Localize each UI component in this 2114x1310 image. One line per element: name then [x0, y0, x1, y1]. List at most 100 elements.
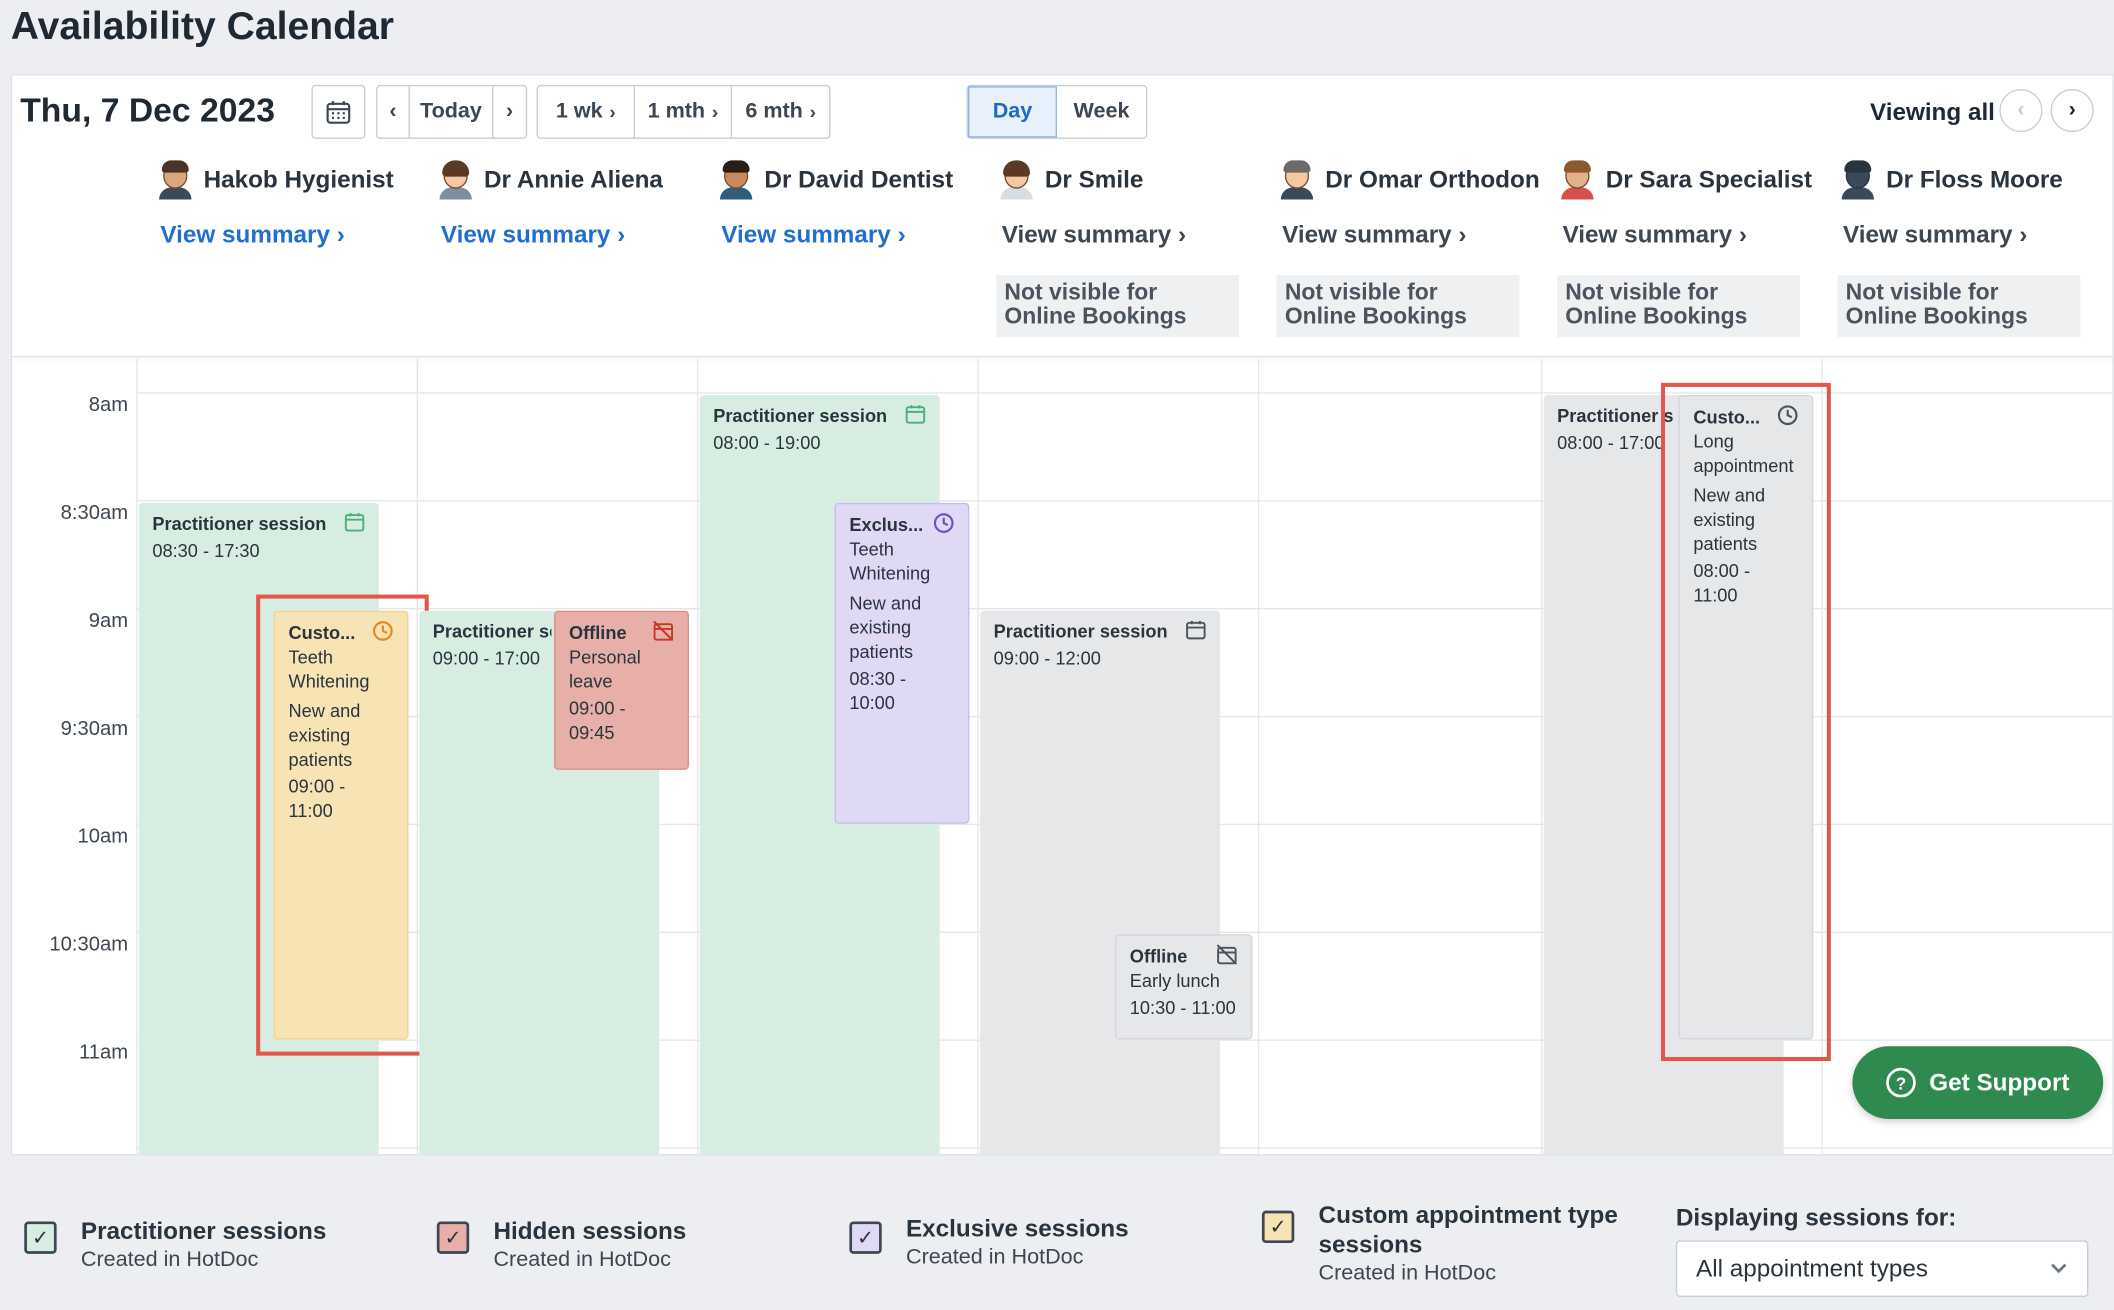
practitioner-header-smile: Dr Smile View summary › Not visible for …	[977, 151, 1257, 353]
view-summary-label: View summary	[1842, 221, 2013, 249]
select-value: All appointment types	[1696, 1254, 1929, 1282]
chevron-right-icon: ›	[2019, 221, 2028, 249]
checkbox-exclusive[interactable]: ✓	[849, 1221, 882, 1254]
viewing-all-label: Viewing all	[1869, 98, 1995, 126]
legend-subtitle: Created in HotDoc	[80, 1248, 259, 1272]
check-icon: ✓	[857, 1226, 875, 1250]
chevron-right-icon: ›	[1178, 221, 1187, 249]
avatar	[438, 159, 473, 200]
legend-title: Exclusive sessions	[905, 1214, 1129, 1242]
view-summary-label: View summary	[1001, 221, 1172, 249]
chevron-right-icon: ›	[809, 101, 816, 123]
get-support-button[interactable]: ? Get Support	[1852, 1046, 2104, 1120]
chevron-left-icon: ‹	[389, 99, 397, 123]
time-label: 8am	[88, 393, 129, 417]
legend-custom-sessions: ✓ Custom appointment type sessions Creat…	[1261, 1200, 1626, 1286]
event-time: 09:00 - 12:00	[993, 648, 1101, 669]
chevron-right-icon: ›	[609, 101, 616, 123]
event-title: Practitioner se	[432, 621, 552, 642]
chevron-right-icon: ›	[1458, 221, 1467, 249]
get-support-label: Get Support	[1929, 1068, 2070, 1096]
time-label: 8:30am	[60, 501, 129, 525]
chevron-right-icon: ›	[506, 99, 514, 123]
avatar	[158, 159, 193, 200]
week-view-button[interactable]: Week	[1057, 86, 1146, 137]
avatar	[999, 159, 1034, 200]
next-day-button[interactable]: ›	[493, 86, 525, 137]
jump-1mth-label: 1 mth	[647, 99, 706, 123]
avatar	[1560, 159, 1595, 200]
time-label: 9:30am	[60, 717, 129, 741]
jump-6mth-button[interactable]: 6 mth ›	[732, 86, 829, 137]
today-button[interactable]: Today	[410, 86, 494, 138]
annie-offline-session[interactable]: Offline Personal leave 09:00 - 09:45	[554, 610, 689, 770]
smile-practitioner-session[interactable]: Practitioner session 09:00 - 12:00	[980, 610, 1221, 1155]
event-title: Practitioner se	[1557, 405, 1674, 427]
legend-hidden-sessions: ✓ Hidden sessions Created in HotDoc	[436, 1216, 687, 1273]
next-practitioners-button[interactable]: ›	[2050, 88, 2094, 133]
time-label: 11am	[78, 1040, 129, 1064]
calendar-off-icon	[1216, 944, 1238, 965]
checkbox-hidden[interactable]: ✓	[436, 1221, 470, 1254]
view-summary-link[interactable]: View summary ›	[1563, 221, 1747, 249]
view-summary-link[interactable]: View summary ›	[1282, 221, 1466, 249]
legend-subtitle: Created in HotDoc	[1318, 1261, 1496, 1285]
day-view-button[interactable]: Day	[968, 86, 1057, 138]
time-label: 9am	[88, 609, 129, 633]
jump-1wk-button[interactable]: 1 wk ›	[538, 86, 636, 138]
time-label: 10am	[77, 825, 129, 849]
chevron-right-icon: ›	[1738, 221, 1747, 249]
prev-day-button[interactable]: ‹	[377, 86, 410, 138]
check-icon: ✓	[1269, 1216, 1287, 1239]
event-time: 09:00 - 09:45	[568, 698, 626, 743]
not-visible-badge: Not visible for Online Bookings	[996, 275, 1239, 338]
practitioner-header-floss: Dr Floss Moore View summary › Not visibl…	[1819, 151, 2099, 353]
view-summary-link[interactable]: View summary ›	[160, 221, 344, 249]
event-time: 08:30 - 10:00	[849, 668, 907, 714]
view-summary-label: View summary	[1282, 221, 1452, 249]
calendar-grid: 8am 8:30am 9am 9:30am 10am 10:30am 11am …	[12, 358, 2114, 1155]
jump-6mth-label: 6 mth	[745, 99, 803, 123]
check-icon: ✓	[31, 1226, 49, 1250]
header-divider	[12, 355, 2114, 358]
event-line: Teeth Whitening	[849, 539, 931, 584]
view-summary-link[interactable]: View summary ›	[1002, 221, 1186, 249]
practitioner-header-omar: Dr Omar Orthodon View summary › Not visi…	[1258, 151, 1540, 353]
chevron-right-icon: ›	[617, 221, 626, 249]
calendar-icon	[344, 512, 365, 532]
view-summary-link[interactable]: View summary ›	[721, 221, 905, 249]
avatar	[1279, 159, 1314, 200]
column-line	[1540, 358, 1543, 1155]
view-summary-link[interactable]: View summary ›	[1843, 221, 2027, 249]
practitioner-name: Dr Annie Aliena	[484, 165, 663, 193]
practitioner-name: Dr David Dentist	[764, 165, 954, 193]
checkbox-custom[interactable]: ✓	[1261, 1210, 1295, 1244]
view-summary-label: View summary	[440, 221, 611, 249]
practitioner-header-david: Dr David Dentist View summary ›	[697, 151, 977, 353]
prev-practitioners-button[interactable]: ‹	[1999, 88, 2043, 133]
legend-title: Hidden sessions	[493, 1217, 687, 1245]
column-line	[977, 358, 979, 1155]
not-visible-badge: Not visible for Online Bookings	[1557, 275, 1800, 338]
event-time: 10:30 - 11:00	[1129, 997, 1236, 1018]
avatar	[719, 159, 754, 200]
practitioner-name: Hakob Hygienist	[203, 165, 394, 193]
jump-1mth-button[interactable]: 1 mth ›	[635, 86, 733, 138]
event-line: Personal leave	[568, 647, 641, 692]
checkbox-practitioner[interactable]: ✓	[24, 1221, 57, 1254]
smile-offline-session[interactable]: Offline Early lunch 10:30 - 11:00	[1114, 934, 1253, 1040]
david-exclusive-session[interactable]: Exclus... Teeth Whitening New and existi…	[834, 502, 970, 824]
chevron-right-icon: ›	[711, 101, 719, 123]
practitioner-name: Dr Sara Specialist	[1605, 165, 1813, 193]
practitioner-name: Dr Omar Orthodon	[1325, 165, 1540, 193]
calendar-off-icon	[653, 620, 674, 642]
view-summary-link[interactable]: View summary ›	[441, 221, 625, 249]
jump-group: 1 wk › 1 mth › 6 mth ›	[536, 84, 831, 139]
view-toggle-group: Day Week	[966, 84, 1148, 139]
chevron-left-icon: ‹	[2017, 98, 2025, 122]
legend-practitioner-sessions: ✓ Practitioner sessions Created in HotDo…	[24, 1216, 326, 1273]
date-picker-button[interactable]	[311, 84, 366, 139]
today-nav-group: ‹ Today ›	[376, 84, 528, 139]
help-icon: ?	[1886, 1067, 1916, 1098]
appointment-type-select[interactable]: All appointment types	[1675, 1240, 2089, 1297]
